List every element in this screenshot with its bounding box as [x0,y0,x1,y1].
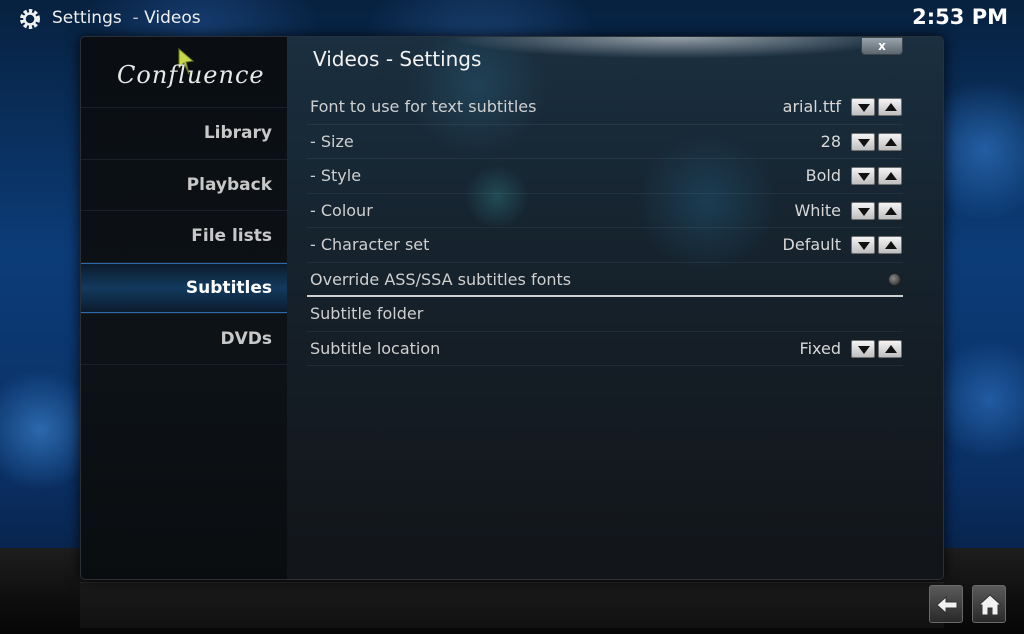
sidebar-item-file-lists[interactable]: File lists [81,210,287,262]
setting-row-style[interactable]: - Style Bold [307,159,903,194]
logo-text: Confluence [117,61,265,89]
spin-control [851,98,903,116]
radio-toggle[interactable] [888,272,901,286]
home-button[interactable] [972,585,1006,623]
breadcrumb: Settings - Videos [52,8,201,28]
setting-row-font[interactable]: Font to use for text subtitles arial.ttf [307,90,903,125]
sidebar-list: Library Playback File lists Subtitles DV… [81,107,287,365]
arrow-down-icon[interactable] [851,98,875,116]
sidebar-item-playback[interactable]: Playback [81,158,287,211]
spin-control [851,201,903,220]
sidebar: Confluence Library Playback File lists S… [81,37,287,579]
spin-control [851,167,903,185]
setting-label: Override ASS/SSA subtitles fonts [310,269,572,289]
breadcrumb-subsection: Videos [144,8,201,28]
setting-value: Default [782,235,841,254]
arrow-down-icon[interactable] [851,201,875,220]
spin-control [851,339,903,358]
gear-icon [20,9,40,29]
dialog-title: Videos - Settings [313,47,482,71]
setting-row-subtitle-location[interactable]: Subtitle location Fixed [307,332,903,366]
setting-label: Font to use for text subtitles [310,97,537,116]
arrow-up-icon[interactable] [878,201,902,220]
arrow-down-icon[interactable] [851,236,875,254]
setting-value: Fixed [799,338,841,358]
settings-list: Font to use for text subtitles arial.ttf… [307,90,903,366]
setting-value: arial.ttf [782,97,841,116]
setting-row-size[interactable]: - Size 28 [307,125,903,159]
setting-row-character-set[interactable]: - Character set Default [307,228,903,263]
setting-value: White [794,200,841,220]
close-button[interactable]: x [861,37,903,55]
arrow-down-icon[interactable] [851,339,875,358]
arrow-up-icon[interactable] [878,132,902,151]
arrow-down-icon[interactable] [851,167,875,185]
breadcrumb-section: Settings [52,8,122,28]
setting-label: Subtitle folder [310,304,424,323]
sidebar-item-subtitles[interactable]: Subtitles [81,261,287,313]
settings-content: Videos - Settings x Font to use for text… [287,37,943,579]
home-icon [977,594,1003,616]
arrow-up-icon[interactable] [878,236,902,254]
arrow-up-icon[interactable] [878,98,902,116]
spin-control [851,236,903,254]
setting-value: Bold [805,166,841,185]
arrow-down-icon[interactable] [851,132,875,151]
clock: 2:53 PM [912,5,1008,29]
breadcrumb-separator: - [132,8,139,28]
back-arrow-icon [936,595,958,615]
arrow-up-icon[interactable] [878,339,902,358]
setting-label: - Style [310,166,362,185]
setting-row-colour[interactable]: - Colour White [307,194,903,228]
confluence-logo: Confluence [117,47,265,97]
sidebar-item-library[interactable]: Library [81,107,287,159]
settings-dialog: Confluence Library Playback File lists S… [80,36,944,580]
setting-label: - Size [310,131,354,151]
spin-control [851,132,903,151]
back-button[interactable] [929,585,963,623]
setting-value: 28 [820,131,841,151]
setting-label: Subtitle location [310,338,441,358]
sidebar-item-dvds[interactable]: DVDs [81,313,287,365]
footer-strip [80,582,944,628]
setting-label: - Colour [310,200,373,220]
content-shine [447,37,907,59]
top-bar: Settings - Videos 2:53 PM [0,0,1024,36]
arrow-up-icon[interactable] [878,167,902,185]
setting-row-override-ass-fonts[interactable]: Override ASS/SSA subtitles fonts [307,263,903,297]
setting-row-subtitle-folder[interactable]: Subtitle folder [307,297,903,332]
setting-label: - Character set [310,235,430,254]
